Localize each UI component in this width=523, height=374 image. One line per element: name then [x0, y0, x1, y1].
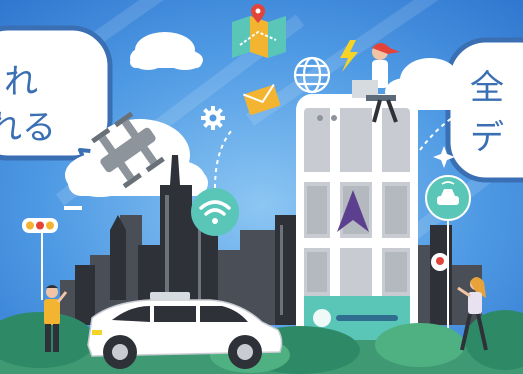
illustration-scene: れ れる 全 デ [0, 0, 523, 374]
scene-canvas [0, 0, 523, 374]
right-bubble-text-1: 全 [470, 68, 504, 108]
left-bubble-text-2: れる [0, 108, 56, 148]
wifi-icon [191, 188, 239, 236]
map-pin-small-icon [431, 253, 449, 271]
folded-map-icon [232, 16, 286, 58]
gear-icon [201, 106, 225, 130]
smartphone [296, 94, 418, 356]
left-bubble-text-1: れ [4, 62, 38, 102]
right-bubble-text-2: デ [470, 118, 504, 158]
